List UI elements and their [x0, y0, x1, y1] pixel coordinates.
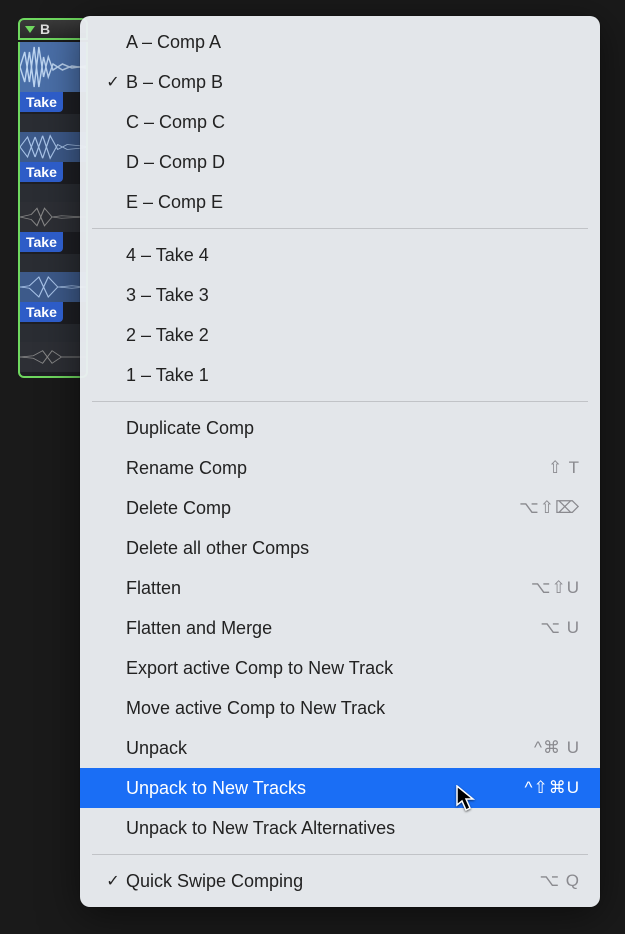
- menu-item-label: Delete all other Comps: [126, 538, 580, 559]
- menu-item-label: B – Comp B: [126, 72, 580, 93]
- menu-item-label: Flatten: [126, 578, 531, 599]
- menu-action-item[interactable]: Delete all other Comps: [80, 528, 600, 568]
- take-folder-header[interactable]: B: [18, 18, 88, 40]
- take-badge: Take: [20, 232, 63, 252]
- menu-item-label: Move active Comp to New Track: [126, 698, 580, 719]
- header-letter: B: [40, 21, 50, 37]
- comp-context-menu: A – Comp A✓B – Comp BC – Comp CD – Comp …: [80, 16, 600, 907]
- disclosure-triangle-icon[interactable]: [22, 21, 38, 37]
- menu-shortcut: ⌥ Q: [539, 871, 580, 891]
- menu-item-label: Export active Comp to New Track: [126, 658, 580, 679]
- menu-action-item[interactable]: Flatten⌥⇧U: [80, 568, 600, 608]
- waveform-icon: [20, 342, 86, 372]
- checkmark-icon: ✓: [100, 72, 126, 92]
- menu-item-label: Duplicate Comp: [126, 418, 580, 439]
- menu-shortcut: ⇧ T: [548, 458, 580, 478]
- menu-action-item[interactable]: Duplicate Comp: [80, 408, 600, 448]
- menu-comp-item[interactable]: D – Comp D: [80, 142, 600, 182]
- menu-action-item[interactable]: Unpack to New Tracks^⇧⌘U: [80, 768, 600, 808]
- comp-region[interactable]: [18, 42, 88, 92]
- menu-item-label: Unpack to New Track Alternatives: [126, 818, 580, 839]
- menu-action-item[interactable]: Unpack to New Track Alternatives: [80, 808, 600, 848]
- take-lane[interactable]: Take: [18, 92, 88, 162]
- menu-take-item[interactable]: 1 – Take 1: [80, 355, 600, 395]
- menu-item-label: Delete Comp: [126, 498, 519, 519]
- menu-shortcut: ⌥⇧U: [531, 578, 580, 598]
- take-lane[interactable]: Take: [18, 232, 88, 302]
- menu-comp-item[interactable]: C – Comp C: [80, 102, 600, 142]
- menu-action-item[interactable]: Flatten and Merge⌥ U: [80, 608, 600, 648]
- menu-action-item[interactable]: Unpack^⌘ U: [80, 728, 600, 768]
- menu-separator: [92, 228, 588, 229]
- waveform-icon: [20, 272, 86, 302]
- menu-item-label: A – Comp A: [126, 32, 580, 53]
- menu-shortcut: ⌥ U: [540, 618, 580, 638]
- cursor-icon: [455, 785, 477, 813]
- take-badge: Take: [20, 162, 63, 182]
- menu-item-label: E – Comp E: [126, 192, 580, 213]
- menu-action-item[interactable]: Delete Comp⌥⇧⌦: [80, 488, 600, 528]
- take-badge: Take: [20, 302, 63, 322]
- waveform-icon: [20, 132, 86, 162]
- menu-shortcut: ^⇧⌘U: [525, 778, 581, 798]
- waveform-icon: [20, 202, 86, 232]
- menu-shortcut: ⌥⇧⌦: [519, 498, 580, 518]
- menu-take-item[interactable]: 2 – Take 2: [80, 315, 600, 355]
- take-lane[interactable]: Take: [18, 162, 88, 232]
- menu-separator: [92, 854, 588, 855]
- menu-action-item[interactable]: Move active Comp to New Track: [80, 688, 600, 728]
- menu-footer-item[interactable]: ✓Quick Swipe Comping⌥ Q: [80, 861, 600, 901]
- menu-separator: [92, 401, 588, 402]
- menu-item-label: 4 – Take 4: [126, 245, 580, 266]
- checkmark-icon: ✓: [100, 871, 126, 891]
- menu-comp-item[interactable]: E – Comp E: [80, 182, 600, 222]
- menu-take-item[interactable]: 3 – Take 3: [80, 275, 600, 315]
- menu-action-item[interactable]: Export active Comp to New Track: [80, 648, 600, 688]
- menu-action-item[interactable]: Rename Comp⇧ T: [80, 448, 600, 488]
- take-badge: Take: [20, 92, 63, 112]
- take-folder-footer: [18, 372, 88, 378]
- waveform-icon: [20, 42, 86, 92]
- menu-item-label: Rename Comp: [126, 458, 548, 479]
- menu-take-item[interactable]: 4 – Take 4: [80, 235, 600, 275]
- menu-comp-item[interactable]: A – Comp A: [80, 22, 600, 62]
- menu-item-label: D – Comp D: [126, 152, 580, 173]
- menu-item-label: 1 – Take 1: [126, 365, 580, 386]
- menu-item-label: Flatten and Merge: [126, 618, 540, 639]
- take-folder: B Take Take Take Take: [18, 18, 88, 378]
- menu-shortcut: ^⌘ U: [534, 738, 580, 758]
- menu-item-label: 3 – Take 3: [126, 285, 580, 306]
- take-lane[interactable]: Take: [18, 302, 88, 372]
- menu-item-label: Unpack: [126, 738, 534, 759]
- menu-item-label: Quick Swipe Comping: [126, 871, 539, 892]
- menu-comp-item[interactable]: ✓B – Comp B: [80, 62, 600, 102]
- menu-item-label: 2 – Take 2: [126, 325, 580, 346]
- menu-item-label: C – Comp C: [126, 112, 580, 133]
